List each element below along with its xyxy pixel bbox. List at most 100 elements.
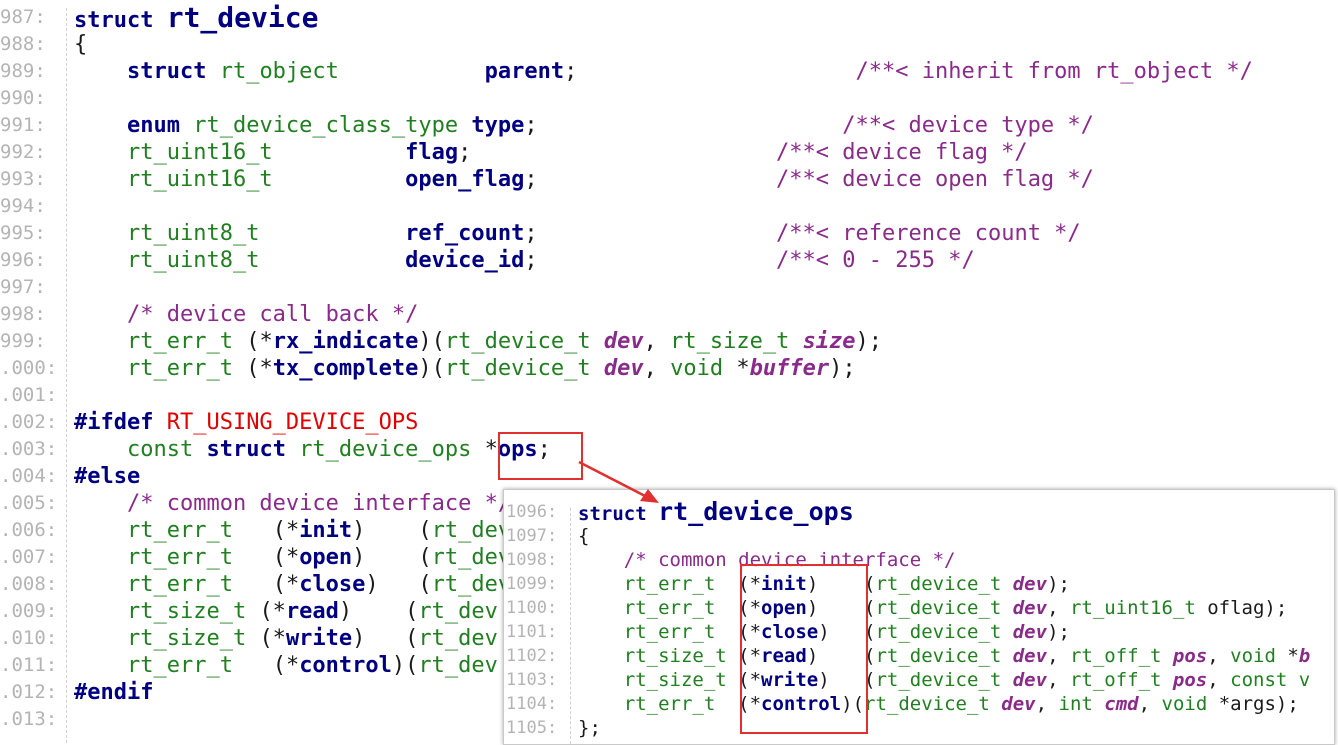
code-token: rt_err_t <box>623 693 739 715</box>
line-number: 987: <box>0 6 46 28</box>
code-line[interactable]: rt_size_t (*read) (rt_device_t dev, rt_o… <box>578 644 1310 668</box>
code-token: rt_err_t <box>623 597 739 619</box>
code-line[interactable]: }; <box>578 716 601 740</box>
line-number: 1104: <box>506 694 558 714</box>
code-line[interactable]: #endif <box>74 679 153 706</box>
code-token: (* <box>738 597 762 619</box>
code-line[interactable]: struct rt_object parent; /**< inherit fr… <box>74 58 1253 85</box>
code-line[interactable]: rt_uint8_t device_id; /**< 0 - 255 */ <box>74 247 975 274</box>
code-token: * <box>484 437 498 462</box>
code-token: (* <box>232 356 273 381</box>
code-line[interactable]: { <box>74 31 87 58</box>
code-line[interactable]: rt_err_t (*tx_complete)(rt_device_t dev,… <box>74 355 856 382</box>
code-line[interactable]: #ifdef RT_USING_DEVICE_OPS <box>74 409 418 436</box>
definition-peek-popup[interactable]: 1096: struct rt_device_ops 1097: {1098: /* … <box>503 489 1335 745</box>
code-token: rt_dev <box>431 518 512 543</box>
code-token: ; <box>524 221 777 246</box>
code-token: *args); <box>1218 693 1299 715</box>
code-token: ) ( <box>806 597 876 619</box>
code-token: /**< device flag */ <box>776 140 1028 165</box>
code-token: struct <box>578 503 659 525</box>
code-token: flag <box>405 140 459 165</box>
code-line[interactable]: rt_err_t (*init) (rt_device_t dev); <box>578 572 1070 596</box>
code-line[interactable]: rt_uint16_t open_flag; /**< device open … <box>74 166 1094 193</box>
code-token: rt_size_t <box>670 329 803 354</box>
code-token: rt_err_t <box>126 653 247 678</box>
code-token: write <box>761 669 819 691</box>
code-token: /* device call back */ <box>126 302 419 327</box>
code-token: init <box>299 518 353 543</box>
code-token: (* <box>246 653 300 678</box>
code-token: rt_object <box>219 59 485 84</box>
code-token: (* <box>246 545 300 570</box>
code-token: dev <box>603 356 644 381</box>
code-token: ; <box>564 59 856 84</box>
code-line[interactable]: /* device call back */ <box>74 301 418 328</box>
code-line[interactable]: rt_err_t (*init) (rt_dev <box>74 517 511 544</box>
code-token: /* common device interface */ <box>623 549 956 571</box>
code-line[interactable]: rt_uint16_t flag; /**< device flag */ <box>74 139 1028 166</box>
code-token: ) ( <box>352 518 432 543</box>
line-number: 1103: <box>506 670 558 690</box>
code-token: device_id <box>405 248 525 273</box>
code-token: dev <box>1012 669 1048 691</box>
code-token: rt_device_t <box>875 597 1013 619</box>
code-token: rt_err_t <box>126 545 247 570</box>
code-token: rt_device_t <box>444 356 604 381</box>
line-number: 1101: <box>506 622 558 642</box>
code-line[interactable]: /* common device interface */ <box>74 490 511 517</box>
code-token: /**< device type */ <box>842 113 1094 138</box>
code-token: }; <box>578 717 601 739</box>
code-token: rt_device_t <box>875 621 1013 643</box>
code-token: open <box>299 545 353 570</box>
popup-gutter-divider <box>570 508 571 744</box>
code-line[interactable]: rt_err_t (*close) (rt_dev <box>74 571 511 598</box>
code-token: /**< inherit from rt_object */ <box>855 59 1253 84</box>
code-token: pos <box>1172 645 1208 667</box>
code-line[interactable]: struct rt_device <box>74 4 318 34</box>
code-line[interactable]: rt_uint8_t ref_count; /**< reference cou… <box>74 220 1081 247</box>
code-token: void <box>1230 645 1288 667</box>
code-line[interactable]: const struct rt_device_ops *ops; <box>74 436 551 463</box>
code-token: init <box>761 573 807 595</box>
code-line[interactable]: rt_err_t (*control)(rt_dev <box>74 652 498 679</box>
code-token: { <box>578 525 590 547</box>
code-token: read <box>761 645 807 667</box>
code-line[interactable]: rt_size_t (*write) (rt_dev <box>74 625 498 652</box>
code-token: b <box>1298 645 1311 667</box>
code-line[interactable]: { <box>578 524 589 548</box>
code-line[interactable]: rt_size_t (*write) (rt_device_t dev, rt_… <box>578 668 1310 692</box>
code-token: (* <box>738 573 762 595</box>
code-line[interactable]: struct rt_device_ops <box>578 499 854 525</box>
code-token: read <box>285 599 339 624</box>
code-line[interactable]: rt_err_t (*rx_indicate)(rt_device_t dev,… <box>74 328 882 355</box>
code-editor[interactable]: 987: struct rt_device 988: {989: struct rt_… <box>0 0 1338 745</box>
code-token: rt_device_ops <box>299 437 485 462</box>
line-number: .004: <box>0 465 58 487</box>
code-token: (* <box>259 599 286 624</box>
code-line[interactable]: rt_err_t (*control)(rt_device_t dev, int… <box>578 692 1299 716</box>
code-line[interactable]: rt_err_t (*open) (rt_dev <box>74 544 511 571</box>
code-token: rt_size_t <box>126 626 260 651</box>
code-token: ; <box>537 437 551 462</box>
code-line[interactable]: /* common device interface */ <box>578 548 956 572</box>
code-line[interactable]: rt_size_t (*read) (rt_dev <box>74 598 498 625</box>
code-line[interactable]: rt_err_t (*close) (rt_device_t dev); <box>578 620 1070 644</box>
code-line[interactable]: enum rt_device_class_type type; /**< dev… <box>74 112 1094 139</box>
code-token: (* <box>738 693 762 715</box>
code-line[interactable]: #else <box>74 463 140 490</box>
code-token: rt_dev <box>431 545 512 570</box>
line-number: .005: <box>0 492 58 514</box>
code-token: rt_err_t <box>126 329 233 354</box>
code-line[interactable]: rt_err_t (*open) (rt_device_t dev, rt_ui… <box>578 596 1288 620</box>
